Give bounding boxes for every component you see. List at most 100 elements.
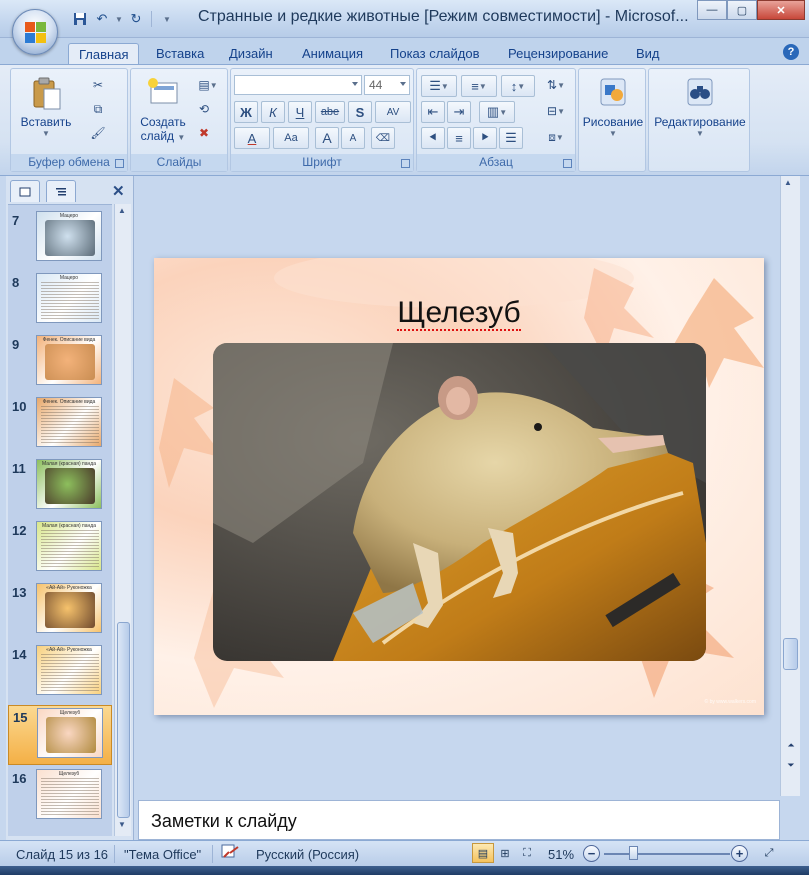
shadow-button[interactable]: S xyxy=(348,101,372,123)
align-left-icon[interactable]: ⯇ xyxy=(421,127,445,149)
columns-icon[interactable]: ▥ ▼ xyxy=(479,101,515,123)
maximize-button[interactable]: ▢ xyxy=(727,0,757,20)
slide-thumbnail-8[interactable]: 8 Мацеро xyxy=(8,271,112,331)
font-launcher-icon[interactable] xyxy=(401,159,410,168)
slide-scrollbar[interactable]: ▲ ⏶ ⏷ xyxy=(780,176,800,796)
align-center-icon[interactable]: ≡ xyxy=(447,127,471,149)
fit-to-window-icon[interactable]: ⤢ xyxy=(758,843,780,863)
tab-insert[interactable]: Вставка xyxy=(146,43,214,65)
zoom-slider-track[interactable] xyxy=(604,853,730,855)
reset-slide-icon[interactable]: ⟲ xyxy=(193,99,215,119)
close-button[interactable]: ✕ xyxy=(757,0,805,20)
slide-thumbnail-10[interactable]: 10 Фенек. Описание вида xyxy=(8,395,112,455)
tab-design[interactable]: Дизайн xyxy=(219,43,283,65)
layout-icon[interactable]: ▤ ▼ xyxy=(193,75,223,95)
numbering-icon[interactable]: ≡ ▼ xyxy=(461,75,497,97)
tab-home[interactable]: Главная xyxy=(68,43,140,65)
new-slide-button[interactable]: Создать слайд ▼ xyxy=(135,77,191,143)
notes-pane[interactable]: Заметки к слайду xyxy=(138,800,780,840)
copy-icon[interactable]: ⧉ xyxy=(87,99,109,119)
paste-button[interactable]: Вставить ▼ xyxy=(19,77,73,138)
shrink-font-button[interactable]: A xyxy=(341,127,365,149)
editing-button[interactable]: Редактирование ▼ xyxy=(649,77,751,138)
spellcheck-icon[interactable] xyxy=(220,843,240,864)
thumbnails-scrollbar[interactable]: ▲ ▼ xyxy=(114,204,131,836)
delete-slide-icon[interactable]: ✖ xyxy=(193,123,215,143)
slides-tab[interactable] xyxy=(10,180,40,202)
char-spacing-button[interactable]: AV xyxy=(375,101,411,123)
slide-thumbnail-14[interactable]: 14 «Ай-Ай» Руконожка xyxy=(8,643,112,703)
status-bar: Слайд 15 из 16 "Тема Office" Русский (Ро… xyxy=(0,840,809,866)
minimize-button[interactable]: — xyxy=(697,0,727,20)
tab-view[interactable]: Вид xyxy=(626,43,670,65)
tab-slideshow[interactable]: Показ слайдов xyxy=(380,43,490,65)
scroll-up-icon[interactable]: ▲ xyxy=(118,206,126,215)
decrease-indent-icon[interactable]: ⇤ xyxy=(421,101,445,123)
slide-sorter-icon[interactable]: ⊞ xyxy=(494,843,516,863)
slide-thumbnail-9[interactable]: 9 Фенек. Описание вида xyxy=(8,333,112,393)
format-painter-icon[interactable]: 🖌 xyxy=(87,123,109,143)
previous-slide-icon[interactable]: ⏶ xyxy=(784,740,798,754)
slide-scroll-up-icon[interactable]: ▲ xyxy=(784,178,792,187)
notes-placeholder[interactable]: Заметки к слайду xyxy=(151,811,297,832)
scroll-down-icon[interactable]: ▼ xyxy=(118,820,126,829)
grow-font-button[interactable]: A xyxy=(315,127,339,149)
theme-name[interactable]: "Тема Office" xyxy=(124,847,201,862)
thumbnails-scroll-thumb[interactable] xyxy=(117,622,130,818)
slide-thumbnail-13[interactable]: 13 «Ай-Ай» Руконожка xyxy=(8,581,112,641)
animal-photo[interactable] xyxy=(213,343,706,661)
italic-button[interactable]: К xyxy=(261,101,285,123)
zoom-level[interactable]: 51% xyxy=(548,847,574,862)
next-slide-icon[interactable]: ⏷ xyxy=(784,760,798,774)
normal-view-icon[interactable]: ▤ xyxy=(472,843,494,863)
slide-title[interactable]: Щелезуб xyxy=(154,296,764,331)
paste-icon xyxy=(30,77,62,110)
line-spacing-icon[interactable]: ↕ ▼ xyxy=(501,75,535,97)
undo-icon[interactable]: ↶ xyxy=(92,9,112,29)
zoom-slider-thumb[interactable] xyxy=(628,846,638,860)
slide-thumbnail-12[interactable]: 12 Малая (красная) панда xyxy=(8,519,112,579)
strikethrough-button[interactable]: abe xyxy=(315,101,345,123)
office-button[interactable] xyxy=(12,9,58,55)
align-text-icon[interactable]: ⊟ ▼ xyxy=(541,101,571,121)
slide-thumbnail-16[interactable]: 16 Щелезуб xyxy=(8,767,112,827)
justify-icon[interactable]: ☰ xyxy=(499,127,523,149)
slide-canvas[interactable]: Щелезуб © by www.walkers.com xyxy=(154,258,764,715)
increase-indent-icon[interactable]: ⇥ xyxy=(447,101,471,123)
clear-format-icon[interactable]: ⌫ xyxy=(371,127,395,149)
tab-review[interactable]: Рецензирование xyxy=(498,43,618,65)
change-case-button[interactable]: Aa xyxy=(273,127,309,149)
thumbnail-number: 11 xyxy=(12,461,26,476)
drawing-button[interactable]: Рисование ▼ xyxy=(579,77,647,138)
font-color-button[interactable]: A xyxy=(234,127,270,149)
smartart-icon[interactable]: ⧈ ▼ xyxy=(541,127,571,147)
redo-icon[interactable]: ↻ xyxy=(126,9,146,29)
font-name-combo[interactable] xyxy=(234,75,362,95)
slide-thumbnail-7[interactable]: 7 Мацеро xyxy=(8,209,112,269)
slideshow-view-icon[interactable]: ⛶ xyxy=(516,843,538,863)
tab-animation[interactable]: Анимация xyxy=(292,43,373,65)
solenodon-image xyxy=(213,343,706,661)
help-icon[interactable]: ? xyxy=(783,44,799,60)
outline-tab[interactable] xyxy=(46,180,76,202)
language-indicator[interactable]: Русский (Россия) xyxy=(256,847,359,862)
font-size-combo[interactable]: 44 xyxy=(364,75,410,95)
customize-qat-icon[interactable]: ▼ xyxy=(157,9,177,29)
bullets-icon[interactable]: ☰ ▼ xyxy=(421,75,457,97)
zoom-out-icon[interactable]: − xyxy=(583,845,600,862)
slide-thumbnail-15[interactable]: 15 Щелезуб xyxy=(8,705,112,765)
close-pane-icon[interactable]: ✕ xyxy=(112,182,125,200)
bold-button[interactable]: Ж xyxy=(234,101,258,123)
group-font: 44 Ж К Ч abe S AV A Aa A A ⌫ Шрифт xyxy=(230,68,414,172)
text-direction-icon[interactable]: ⇅ ▼ xyxy=(541,75,571,95)
underline-button[interactable]: Ч xyxy=(288,101,312,123)
undo-dropdown-icon[interactable]: ▼ xyxy=(114,9,124,29)
zoom-in-icon[interactable]: + xyxy=(731,845,748,862)
slide-scroll-thumb[interactable] xyxy=(783,638,798,670)
slide-thumbnail-11[interactable]: 11 Малая (красная) панда xyxy=(8,457,112,517)
align-right-icon[interactable]: ⯈ xyxy=(473,127,497,149)
cut-icon[interactable]: ✂ xyxy=(87,75,109,95)
save-icon[interactable] xyxy=(70,9,90,29)
clipboard-launcher-icon[interactable] xyxy=(115,159,124,168)
paragraph-launcher-icon[interactable] xyxy=(563,159,572,168)
